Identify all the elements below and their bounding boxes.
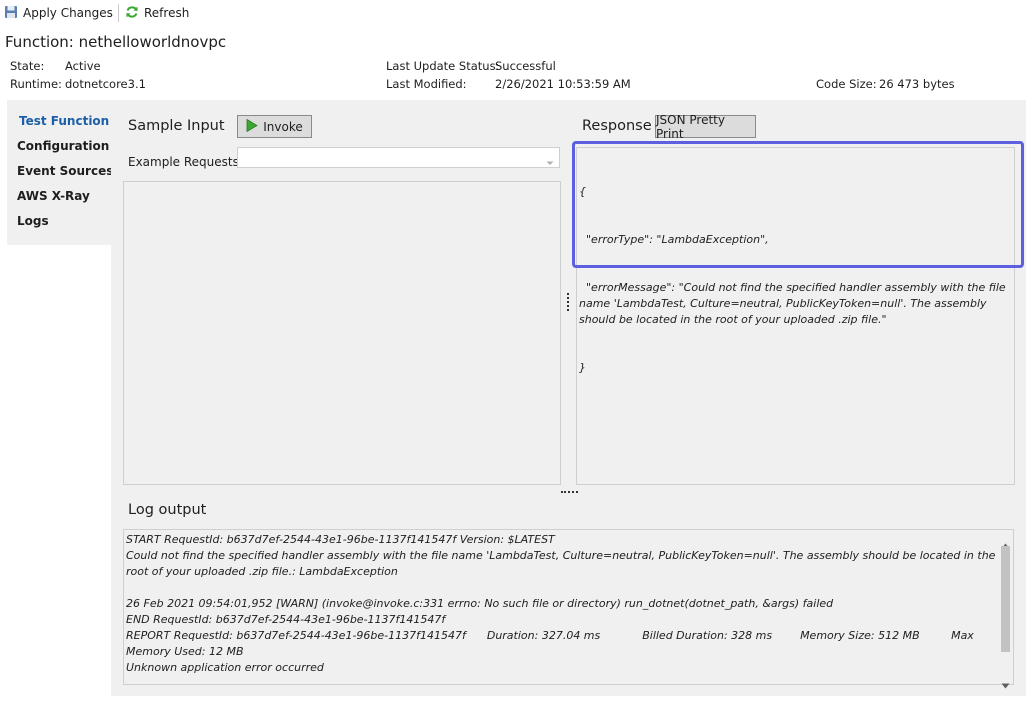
log-output-text: START RequestId: b637d7ef-2544-43e1-96be…: [126, 532, 996, 676]
sample-input-heading: Sample Input: [128, 118, 225, 134]
log-line: Unknown application error occurred: [126, 661, 324, 674]
response-line: }: [579, 361, 586, 374]
log-line: START RequestId: b637d7ef-2544-43e1-96be…: [126, 533, 555, 546]
refresh-button[interactable]: Refresh: [125, 5, 189, 21]
refresh-label: Refresh: [144, 6, 190, 20]
vertical-splitter-handle[interactable]: [567, 293, 572, 311]
nav-item-logs[interactable]: Logs: [17, 214, 49, 228]
json-pretty-print-button[interactable]: JSON Pretty Print: [655, 112, 756, 141]
state-label: State:: [10, 59, 45, 73]
response-line: "errorMessage": "Could not find the spec…: [579, 281, 1010, 326]
last-modified-label: Last Modified:: [386, 77, 467, 91]
play-icon: [246, 118, 259, 135]
save-icon: [4, 5, 18, 22]
scroll-down-icon[interactable]: [1001, 674, 1010, 693]
response-heading: Response: [582, 118, 652, 134]
json-pretty-print-label: JSON Pretty Print: [656, 112, 725, 141]
invoke-button[interactable]: Invoke: [237, 115, 312, 138]
log-scrollbar[interactable]: [998, 530, 1013, 689]
update-status-label: Last Update Status:: [386, 59, 500, 73]
apply-changes-button[interactable]: Apply Changes: [4, 5, 113, 21]
refresh-icon: [125, 5, 139, 22]
response-highlight-box: [572, 141, 1024, 268]
horizontal-splitter-handle[interactable]: [561, 491, 578, 495]
last-modified-value: 2/26/2021 10:53:59 AM: [495, 77, 631, 91]
invoke-label: Invoke: [263, 119, 303, 134]
log-scrollbar-thumb[interactable]: [1001, 546, 1010, 652]
log-line: REPORT RequestId: b637d7ef-2544-43e1-96b…: [126, 629, 978, 658]
code-size-label: Code Size:: [816, 77, 877, 91]
example-requests-label: Example Requests:: [128, 155, 243, 169]
log-line: END RequestId: b637d7ef-2544-43e1-96be-1…: [126, 613, 446, 626]
chevron-down-icon: [546, 152, 554, 171]
sample-input-editor[interactable]: [123, 181, 561, 485]
toolbar-separator: [118, 4, 119, 22]
nav-item-configuration[interactable]: Configuration: [17, 139, 109, 153]
example-requests-select[interactable]: [237, 147, 560, 168]
nav-item-aws-xray[interactable]: AWS X-Ray: [17, 189, 90, 203]
runtime-label: Runtime:: [10, 77, 62, 91]
toolbar: Apply Changes Refresh: [0, 0, 1032, 26]
log-line: 26 Feb 2021 09:54:01,952 [WARN] (invoke@…: [126, 597, 834, 610]
log-output-heading: Log output: [128, 502, 207, 518]
runtime-value: dotnetcore3.1: [65, 77, 146, 91]
nav-item-event-sources[interactable]: Event Sources: [17, 164, 113, 178]
nav-item-test-function[interactable]: Test Function: [19, 114, 109, 128]
code-size-value: 26 473 bytes: [879, 77, 955, 91]
update-status-value: Successful: [495, 59, 556, 73]
function-title: Function: nethelloworldnovpc: [5, 33, 227, 51]
state-value: Active: [65, 59, 101, 73]
log-line: Could not find the specified handler ass…: [126, 549, 996, 578]
apply-changes-label: Apply Changes: [23, 6, 113, 20]
